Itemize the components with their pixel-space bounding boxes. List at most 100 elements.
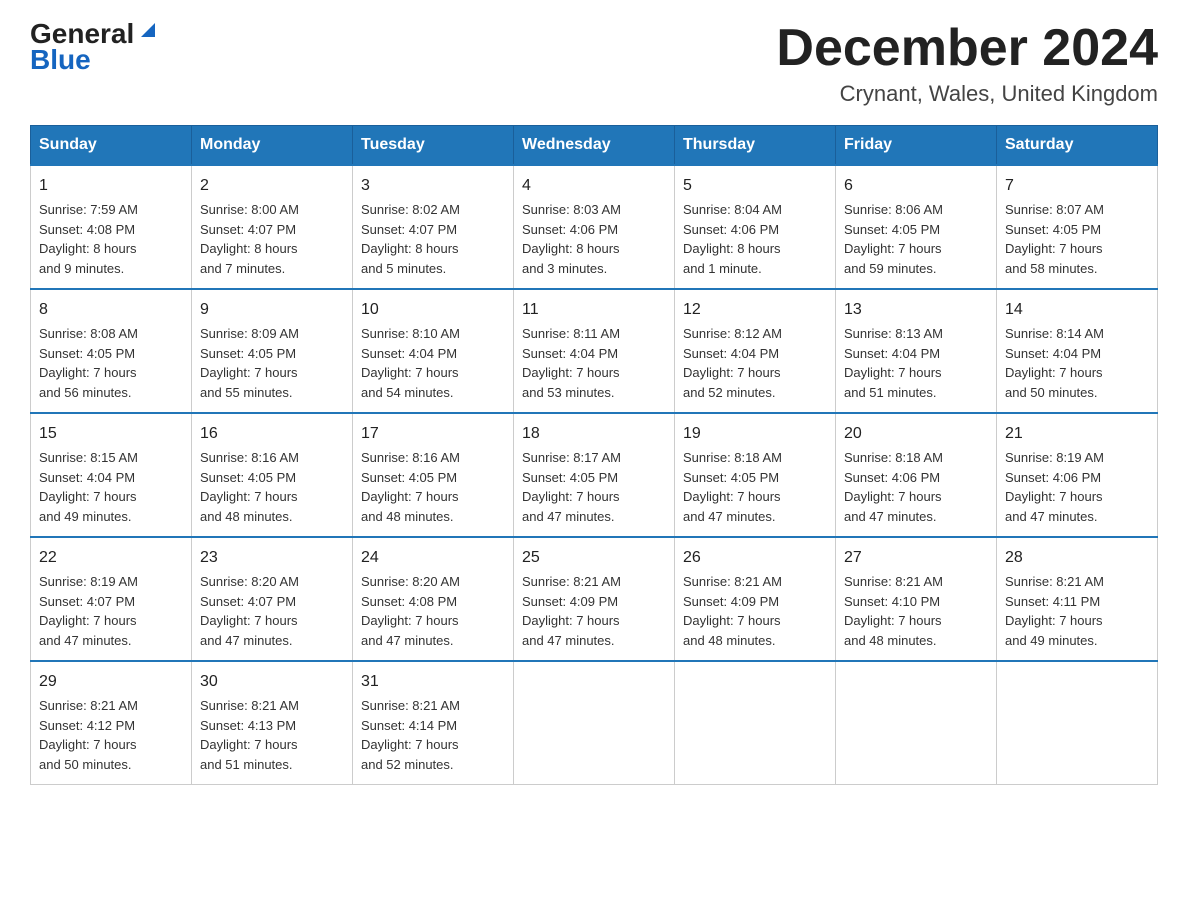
day-info: Sunrise: 8:19 AM Sunset: 4:07 PM Dayligh… [39,572,183,650]
day-info: Sunrise: 8:15 AM Sunset: 4:04 PM Dayligh… [39,448,183,526]
day-cell-25: 25Sunrise: 8:21 AM Sunset: 4:09 PM Dayli… [514,537,675,661]
logo-blue: Blue [30,44,91,76]
week-row-5: 29Sunrise: 8:21 AM Sunset: 4:12 PM Dayli… [31,661,1158,785]
day-number: 20 [844,422,988,446]
day-cell-9: 9Sunrise: 8:09 AM Sunset: 4:05 PM Daylig… [192,289,353,413]
day-cell-14: 14Sunrise: 8:14 AM Sunset: 4:04 PM Dayli… [997,289,1158,413]
day-info: Sunrise: 8:02 AM Sunset: 4:07 PM Dayligh… [361,200,505,278]
day-info: Sunrise: 8:18 AM Sunset: 4:05 PM Dayligh… [683,448,827,526]
day-cell-24: 24Sunrise: 8:20 AM Sunset: 4:08 PM Dayli… [353,537,514,661]
day-cell-18: 18Sunrise: 8:17 AM Sunset: 4:05 PM Dayli… [514,413,675,537]
day-cell-20: 20Sunrise: 8:18 AM Sunset: 4:06 PM Dayli… [836,413,997,537]
day-number: 10 [361,298,505,322]
day-number: 29 [39,670,183,694]
day-number: 21 [1005,422,1149,446]
day-info: Sunrise: 8:13 AM Sunset: 4:04 PM Dayligh… [844,324,988,402]
day-info: Sunrise: 8:18 AM Sunset: 4:06 PM Dayligh… [844,448,988,526]
day-number: 26 [683,546,827,570]
day-number: 2 [200,174,344,198]
day-info: Sunrise: 8:20 AM Sunset: 4:07 PM Dayligh… [200,572,344,650]
weekday-header-saturday: Saturday [997,126,1158,166]
empty-cell [675,661,836,785]
day-number: 12 [683,298,827,322]
weekday-header-thursday: Thursday [675,126,836,166]
day-cell-19: 19Sunrise: 8:18 AM Sunset: 4:05 PM Dayli… [675,413,836,537]
logo: General Blue [30,20,159,76]
day-cell-4: 4Sunrise: 8:03 AM Sunset: 4:06 PM Daylig… [514,165,675,289]
day-info: Sunrise: 8:21 AM Sunset: 4:13 PM Dayligh… [200,696,344,774]
day-info: Sunrise: 8:19 AM Sunset: 4:06 PM Dayligh… [1005,448,1149,526]
day-info: Sunrise: 8:14 AM Sunset: 4:04 PM Dayligh… [1005,324,1149,402]
day-info: Sunrise: 8:10 AM Sunset: 4:04 PM Dayligh… [361,324,505,402]
day-number: 4 [522,174,666,198]
day-number: 6 [844,174,988,198]
day-cell-8: 8Sunrise: 8:08 AM Sunset: 4:05 PM Daylig… [31,289,192,413]
logo-triangle-icon [137,19,159,41]
day-cell-23: 23Sunrise: 8:20 AM Sunset: 4:07 PM Dayli… [192,537,353,661]
day-info: Sunrise: 8:21 AM Sunset: 4:14 PM Dayligh… [361,696,505,774]
weekday-header-row: SundayMondayTuesdayWednesdayThursdayFrid… [31,126,1158,166]
week-row-2: 8Sunrise: 8:08 AM Sunset: 4:05 PM Daylig… [31,289,1158,413]
weekday-header-sunday: Sunday [31,126,192,166]
day-cell-6: 6Sunrise: 8:06 AM Sunset: 4:05 PM Daylig… [836,165,997,289]
weekday-header-monday: Monday [192,126,353,166]
day-number: 28 [1005,546,1149,570]
day-info: Sunrise: 8:12 AM Sunset: 4:04 PM Dayligh… [683,324,827,402]
day-info: Sunrise: 8:16 AM Sunset: 4:05 PM Dayligh… [361,448,505,526]
week-row-3: 15Sunrise: 8:15 AM Sunset: 4:04 PM Dayli… [31,413,1158,537]
empty-cell [997,661,1158,785]
day-cell-10: 10Sunrise: 8:10 AM Sunset: 4:04 PM Dayli… [353,289,514,413]
day-number: 23 [200,546,344,570]
day-cell-17: 17Sunrise: 8:16 AM Sunset: 4:05 PM Dayli… [353,413,514,537]
day-info: Sunrise: 8:21 AM Sunset: 4:12 PM Dayligh… [39,696,183,774]
day-cell-12: 12Sunrise: 8:12 AM Sunset: 4:04 PM Dayli… [675,289,836,413]
day-number: 25 [522,546,666,570]
day-number: 11 [522,298,666,322]
day-cell-2: 2Sunrise: 8:00 AM Sunset: 4:07 PM Daylig… [192,165,353,289]
day-number: 1 [39,174,183,198]
day-cell-22: 22Sunrise: 8:19 AM Sunset: 4:07 PM Dayli… [31,537,192,661]
day-cell-26: 26Sunrise: 8:21 AM Sunset: 4:09 PM Dayli… [675,537,836,661]
day-info: Sunrise: 8:08 AM Sunset: 4:05 PM Dayligh… [39,324,183,402]
day-cell-16: 16Sunrise: 8:16 AM Sunset: 4:05 PM Dayli… [192,413,353,537]
page-header: General Blue December 2024 Crynant, Wale… [30,20,1158,107]
day-number: 27 [844,546,988,570]
day-info: Sunrise: 8:21 AM Sunset: 4:10 PM Dayligh… [844,572,988,650]
day-info: Sunrise: 8:20 AM Sunset: 4:08 PM Dayligh… [361,572,505,650]
weekday-header-wednesday: Wednesday [514,126,675,166]
day-number: 30 [200,670,344,694]
day-cell-15: 15Sunrise: 8:15 AM Sunset: 4:04 PM Dayli… [31,413,192,537]
day-cell-27: 27Sunrise: 8:21 AM Sunset: 4:10 PM Dayli… [836,537,997,661]
day-number: 16 [200,422,344,446]
day-info: Sunrise: 8:16 AM Sunset: 4:05 PM Dayligh… [200,448,344,526]
day-cell-30: 30Sunrise: 8:21 AM Sunset: 4:13 PM Dayli… [192,661,353,785]
day-number: 31 [361,670,505,694]
day-number: 3 [361,174,505,198]
month-title: December 2024 [776,20,1158,77]
day-number: 7 [1005,174,1149,198]
day-info: Sunrise: 8:21 AM Sunset: 4:09 PM Dayligh… [522,572,666,650]
day-number: 14 [1005,298,1149,322]
day-number: 18 [522,422,666,446]
day-cell-29: 29Sunrise: 8:21 AM Sunset: 4:12 PM Dayli… [31,661,192,785]
week-row-4: 22Sunrise: 8:19 AM Sunset: 4:07 PM Dayli… [31,537,1158,661]
day-info: Sunrise: 8:21 AM Sunset: 4:11 PM Dayligh… [1005,572,1149,650]
day-info: Sunrise: 7:59 AM Sunset: 4:08 PM Dayligh… [39,200,183,278]
day-info: Sunrise: 8:11 AM Sunset: 4:04 PM Dayligh… [522,324,666,402]
day-info: Sunrise: 8:03 AM Sunset: 4:06 PM Dayligh… [522,200,666,278]
day-number: 22 [39,546,183,570]
day-cell-13: 13Sunrise: 8:13 AM Sunset: 4:04 PM Dayli… [836,289,997,413]
title-area: December 2024 Crynant, Wales, United Kin… [776,20,1158,107]
day-cell-11: 11Sunrise: 8:11 AM Sunset: 4:04 PM Dayli… [514,289,675,413]
day-cell-28: 28Sunrise: 8:21 AM Sunset: 4:11 PM Dayli… [997,537,1158,661]
day-info: Sunrise: 8:07 AM Sunset: 4:05 PM Dayligh… [1005,200,1149,278]
day-info: Sunrise: 8:17 AM Sunset: 4:05 PM Dayligh… [522,448,666,526]
day-number: 15 [39,422,183,446]
calendar-table: SundayMondayTuesdayWednesdayThursdayFrid… [30,125,1158,785]
day-info: Sunrise: 8:06 AM Sunset: 4:05 PM Dayligh… [844,200,988,278]
day-cell-1: 1Sunrise: 7:59 AM Sunset: 4:08 PM Daylig… [31,165,192,289]
day-number: 17 [361,422,505,446]
day-cell-31: 31Sunrise: 8:21 AM Sunset: 4:14 PM Dayli… [353,661,514,785]
day-number: 9 [200,298,344,322]
empty-cell [836,661,997,785]
